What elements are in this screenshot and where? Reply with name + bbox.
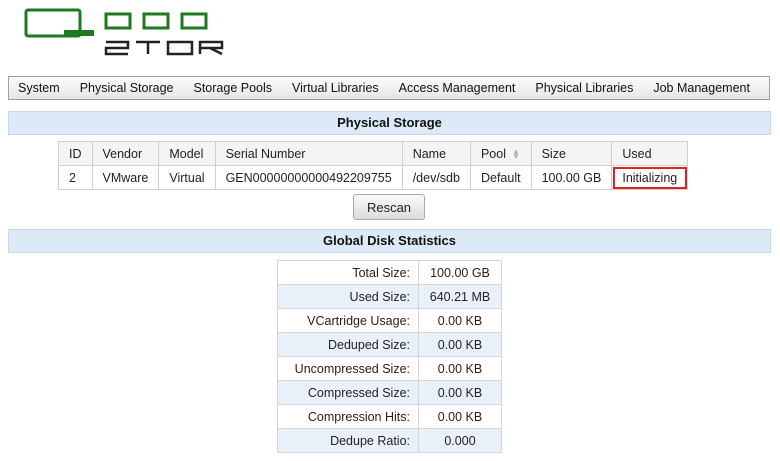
cell-pool: Default [469,165,532,190]
stat-label: Compression Hits: [277,404,419,429]
stat-value: 640.21 MB [418,284,502,309]
stat-label: Deduped Size: [277,332,419,357]
table-header-row: ID Vendor Model Serial Number Name Pool ▲… [58,141,689,166]
stat-row: VCartridge Usage: 0.00 KB [277,308,502,333]
col-pool-label: Pool [480,146,506,161]
table-row[interactable]: 2 VMware Virtual GEN00000000000492209755… [58,165,689,190]
nav-access-management[interactable]: Access Management [389,77,526,99]
col-used[interactable]: Used [611,141,689,166]
stat-row: Used Size: 640.21 MB [277,284,502,309]
physical-storage-header: Physical Storage [8,111,771,135]
col-name[interactable]: Name [401,141,471,166]
stat-row: Uncompressed Size: 0.00 KB [277,356,502,381]
col-id[interactable]: ID [58,141,93,166]
logo-text-bottom: STOR [108,51,111,53]
col-pool[interactable]: Pool ▲ ▼ [469,141,532,166]
col-model[interactable]: Model [158,141,216,166]
stat-row: Compression Hits: 0.00 KB [277,404,502,429]
cell-serial-number: GEN00000000000492209755 [214,165,403,190]
logo-text-top: QUAD [28,32,31,35]
stat-label: Total Size: [277,260,419,285]
stat-value: 0.00 KB [418,356,502,381]
cell-vendor: VMware [91,165,160,190]
nav-physical-libraries[interactable]: Physical Libraries [525,77,643,99]
nav-system[interactable]: System [9,77,70,99]
stat-label: Used Size: [277,284,419,309]
stat-label: VCartridge Usage: [277,308,419,333]
cell-used-status: Initializing [611,165,689,190]
quadstor-logo: QUAD STOR [24,8,244,58]
cell-name: /dev/sdb [401,165,471,190]
global-disk-statistics-table: Total Size: 100.00 GB Used Size: 640.21 MB… [277,260,502,453]
nav-job-management[interactable]: Job Management [643,77,760,99]
stat-label: Uncompressed Size: [277,356,419,381]
stat-value: 0.000 [418,428,502,453]
stat-value: 0.00 KB [418,332,502,357]
nav-physical-storage[interactable]: Physical Storage [70,77,184,99]
col-size[interactable]: Size [530,141,613,166]
stat-value: 0.00 KB [418,380,502,405]
stat-value: 0.00 KB [418,404,502,429]
stat-value: 0.00 KB [418,308,502,333]
global-disk-statistics-header: Global Disk Statistics [8,229,771,253]
physical-storage-table: ID Vendor Model Serial Number Name Pool ▲… [58,141,689,190]
nav-virtual-libraries[interactable]: Virtual Libraries [282,77,389,99]
cell-model: Virtual [158,165,216,190]
stat-row: Deduped Size: 0.00 KB [277,332,502,357]
main-nav: System Physical Storage Storage Pools Vi… [8,76,770,100]
nav-storage-pools[interactable]: Storage Pools [184,77,283,99]
stat-row: Dedupe Ratio: 0.000 [277,428,502,453]
rescan-button[interactable]: Rescan [353,194,425,220]
col-vendor[interactable]: Vendor [91,141,160,166]
col-serial-number[interactable]: Serial Number [214,141,403,166]
stat-row: Compressed Size: 0.00 KB [277,380,502,405]
stat-value: 100.00 GB [418,260,502,285]
stat-label: Compressed Size: [277,380,419,405]
cell-id: 2 [58,165,93,190]
stat-label: Dedupe Ratio: [277,428,419,453]
stat-row: Total Size: 100.00 GB [277,260,502,285]
sort-icon: ▲ ▼ [512,147,520,162]
cell-size: 100.00 GB [530,165,613,190]
